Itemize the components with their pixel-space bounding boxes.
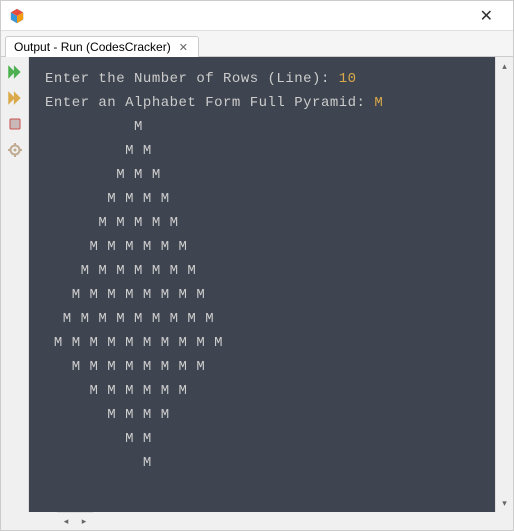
horizontal-scrollbar[interactable]: ◂ ▸ <box>57 512 93 530</box>
tab-label: Output - Run (CodesCracker) <box>14 40 171 54</box>
stop-button[interactable] <box>4 113 26 135</box>
tab-close-button[interactable]: ✕ <box>177 41 190 54</box>
tab-bar: Output - Run (CodesCracker) ✕ <box>1 31 513 57</box>
title-bar: ✕ <box>1 1 513 31</box>
scroll-up-arrow[interactable]: ▴ <box>496 57 513 75</box>
bottom-left-corner <box>1 512 29 530</box>
scroll-left-arrow[interactable]: ◂ <box>57 513 75 530</box>
run-button[interactable] <box>4 61 26 83</box>
scroll-right-arrow[interactable]: ▸ <box>75 513 93 530</box>
console-wrap: Enter the Number of Rows (Line): 10 Ente… <box>29 57 513 512</box>
bottom-right-corner <box>111 512 129 530</box>
run-alt-button[interactable] <box>4 87 26 109</box>
scroll-down-arrow[interactable]: ▾ <box>496 494 513 512</box>
bottom-scroll-row: ◂ ▸ <box>1 512 513 530</box>
close-button[interactable]: ✕ <box>472 2 501 30</box>
settings-button[interactable] <box>4 139 26 161</box>
console-output: Enter the Number of Rows (Line): 10 Ente… <box>29 57 495 512</box>
app-icon <box>9 8 25 24</box>
vertical-scrollbar[interactable]: ▴ ▾ <box>495 57 513 512</box>
output-tab[interactable]: Output - Run (CodesCracker) ✕ <box>5 36 199 57</box>
left-toolbar <box>1 57 29 512</box>
main-area: Enter the Number of Rows (Line): 10 Ente… <box>1 57 513 512</box>
